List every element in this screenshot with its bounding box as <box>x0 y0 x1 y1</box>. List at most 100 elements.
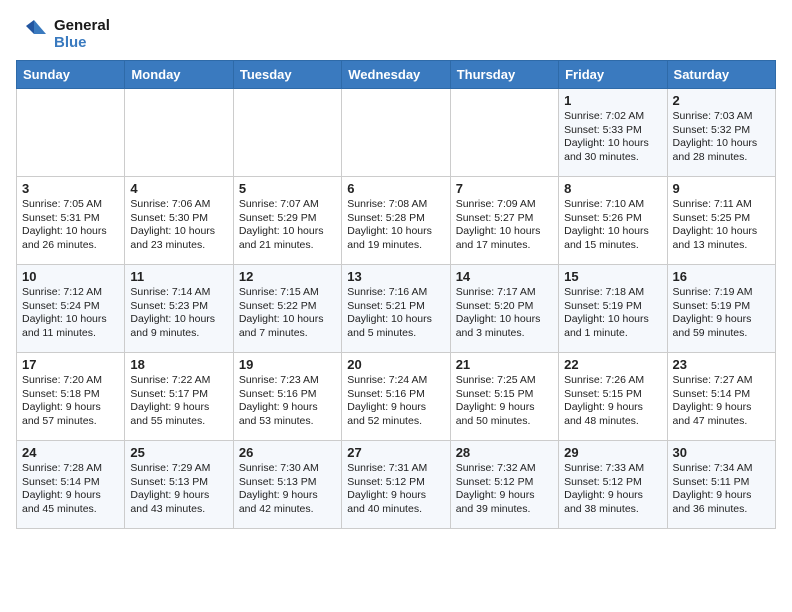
calendar-week-3: 10Sunrise: 7:12 AMSunset: 5:24 PMDayligh… <box>17 265 776 353</box>
calendar-cell: 6Sunrise: 7:08 AMSunset: 5:28 PMDaylight… <box>342 177 450 265</box>
day-info: Daylight: 10 hours and 26 minutes. <box>22 225 119 252</box>
day-info: Daylight: 9 hours and 47 minutes. <box>673 401 770 428</box>
day-info: Daylight: 10 hours and 17 minutes. <box>456 225 553 252</box>
day-info: Sunset: 5:17 PM <box>130 388 227 402</box>
calendar-cell: 18Sunrise: 7:22 AMSunset: 5:17 PMDayligh… <box>125 353 233 441</box>
calendar-cell <box>125 89 233 177</box>
day-number: 23 <box>673 357 770 372</box>
day-number: 6 <box>347 181 444 196</box>
day-info: Sunrise: 7:18 AM <box>564 286 661 300</box>
day-header-wednesday: Wednesday <box>342 61 450 89</box>
day-info: Sunrise: 7:33 AM <box>564 462 661 476</box>
day-header-thursday: Thursday <box>450 61 558 89</box>
day-info: Sunrise: 7:25 AM <box>456 374 553 388</box>
calendar-cell: 3Sunrise: 7:05 AMSunset: 5:31 PMDaylight… <box>17 177 125 265</box>
day-number: 26 <box>239 445 336 460</box>
day-info: Sunrise: 7:34 AM <box>673 462 770 476</box>
day-info: Daylight: 10 hours and 19 minutes. <box>347 225 444 252</box>
day-info: Daylight: 9 hours and 40 minutes. <box>347 489 444 516</box>
day-info: Sunset: 5:24 PM <box>22 300 119 314</box>
day-number: 3 <box>22 181 119 196</box>
calendar-cell: 15Sunrise: 7:18 AMSunset: 5:19 PMDayligh… <box>559 265 667 353</box>
day-info: Daylight: 9 hours and 55 minutes. <box>130 401 227 428</box>
day-info: Sunset: 5:28 PM <box>347 212 444 226</box>
day-info: Daylight: 10 hours and 5 minutes. <box>347 313 444 340</box>
day-number: 25 <box>130 445 227 460</box>
day-info: Sunrise: 7:32 AM <box>456 462 553 476</box>
calendar-week-1: 1Sunrise: 7:02 AMSunset: 5:33 PMDaylight… <box>17 89 776 177</box>
day-info: Sunrise: 7:26 AM <box>564 374 661 388</box>
day-info: Sunrise: 7:30 AM <box>239 462 336 476</box>
day-info: Sunset: 5:29 PM <box>239 212 336 226</box>
day-info: Sunset: 5:26 PM <box>564 212 661 226</box>
day-info: Sunrise: 7:14 AM <box>130 286 227 300</box>
day-info: Daylight: 10 hours and 11 minutes. <box>22 313 119 340</box>
day-info: Sunrise: 7:24 AM <box>347 374 444 388</box>
day-info: Sunset: 5:15 PM <box>564 388 661 402</box>
day-info: Daylight: 9 hours and 42 minutes. <box>239 489 336 516</box>
day-number: 29 <box>564 445 661 460</box>
calendar-cell: 16Sunrise: 7:19 AMSunset: 5:19 PMDayligh… <box>667 265 775 353</box>
day-info: Sunset: 5:23 PM <box>130 300 227 314</box>
day-info: Sunrise: 7:27 AM <box>673 374 770 388</box>
day-info: Daylight: 9 hours and 38 minutes. <box>564 489 661 516</box>
calendar-week-2: 3Sunrise: 7:05 AMSunset: 5:31 PMDaylight… <box>17 177 776 265</box>
day-info: Sunset: 5:21 PM <box>347 300 444 314</box>
day-info: Sunset: 5:12 PM <box>564 476 661 490</box>
calendar-cell: 2Sunrise: 7:03 AMSunset: 5:32 PMDaylight… <box>667 89 775 177</box>
day-number: 14 <box>456 269 553 284</box>
day-info: Daylight: 9 hours and 57 minutes. <box>22 401 119 428</box>
day-number: 4 <box>130 181 227 196</box>
day-number: 20 <box>347 357 444 372</box>
day-info: Daylight: 10 hours and 7 minutes. <box>239 313 336 340</box>
day-info: Sunset: 5:32 PM <box>673 124 770 138</box>
calendar-cell: 29 Sunrise: 7:33 AMSunset: 5:12 PMDayligh… <box>559 441 667 529</box>
day-number: 5 <box>239 181 336 196</box>
day-header-friday: Friday <box>559 61 667 89</box>
day-info: Daylight: 9 hours and 59 minutes. <box>673 313 770 340</box>
calendar-cell: 19Sunrise: 7:23 AMSunset: 5:16 PMDayligh… <box>233 353 341 441</box>
day-info: Sunrise: 7:23 AM <box>239 374 336 388</box>
day-info: Daylight: 10 hours and 15 minutes. <box>564 225 661 252</box>
day-info: Sunset: 5:19 PM <box>564 300 661 314</box>
day-number: 8 <box>564 181 661 196</box>
logo: General Blue <box>16 16 110 52</box>
calendar-cell: 22Sunrise: 7:26 AMSunset: 5:15 PMDayligh… <box>559 353 667 441</box>
day-info: Sunset: 5:18 PM <box>22 388 119 402</box>
day-number: 13 <box>347 269 444 284</box>
day-info: Sunrise: 7:10 AM <box>564 198 661 212</box>
logo-container: General Blue <box>16 16 110 52</box>
day-info: Sunset: 5:13 PM <box>130 476 227 490</box>
day-info: Sunrise: 7:02 AM <box>564 110 661 124</box>
calendar-cell <box>17 89 125 177</box>
day-info: Sunrise: 7:03 AM <box>673 110 770 124</box>
day-info: Daylight: 9 hours and 39 minutes. <box>456 489 553 516</box>
calendar-cell: 13Sunrise: 7:16 AMSunset: 5:21 PMDayligh… <box>342 265 450 353</box>
day-number: 19 <box>239 357 336 372</box>
calendar-table: SundayMondayTuesdayWednesdayThursdayFrid… <box>16 60 776 529</box>
calendar-cell: 8 Sunrise: 7:10 AMSunset: 5:26 PMDaylight… <box>559 177 667 265</box>
calendar-cell: 10Sunrise: 7:12 AMSunset: 5:24 PMDayligh… <box>17 265 125 353</box>
day-info: Daylight: 10 hours and 28 minutes. <box>673 137 770 164</box>
day-number: 10 <box>22 269 119 284</box>
day-info: Daylight: 9 hours and 45 minutes. <box>22 489 119 516</box>
calendar-cell: 5Sunrise: 7:07 AMSunset: 5:29 PMDaylight… <box>233 177 341 265</box>
day-number: 21 <box>456 357 553 372</box>
day-number: 30 <box>673 445 770 460</box>
day-info: Sunrise: 7:29 AM <box>130 462 227 476</box>
calendar-cell <box>233 89 341 177</box>
calendar-cell: 9Sunrise: 7:11 AMSunset: 5:25 PMDaylight… <box>667 177 775 265</box>
day-info: Daylight: 10 hours and 1 minute. <box>564 313 661 340</box>
day-info: Sunset: 5:14 PM <box>673 388 770 402</box>
calendar-cell <box>342 89 450 177</box>
day-header-saturday: Saturday <box>667 61 775 89</box>
day-info: Sunrise: 7:28 AM <box>22 462 119 476</box>
day-info: Daylight: 10 hours and 13 minutes. <box>673 225 770 252</box>
day-info: Sunset: 5:25 PM <box>673 212 770 226</box>
day-number: 11 <box>130 269 227 284</box>
day-header-sunday: Sunday <box>17 61 125 89</box>
day-info: Sunrise: 7:09 AM <box>456 198 553 212</box>
calendar-cell: 11Sunrise: 7:14 AMSunset: 5:23 PMDayligh… <box>125 265 233 353</box>
calendar-cell: 20Sunrise: 7:24 AMSunset: 5:16 PMDayligh… <box>342 353 450 441</box>
day-info: Sunset: 5:20 PM <box>456 300 553 314</box>
